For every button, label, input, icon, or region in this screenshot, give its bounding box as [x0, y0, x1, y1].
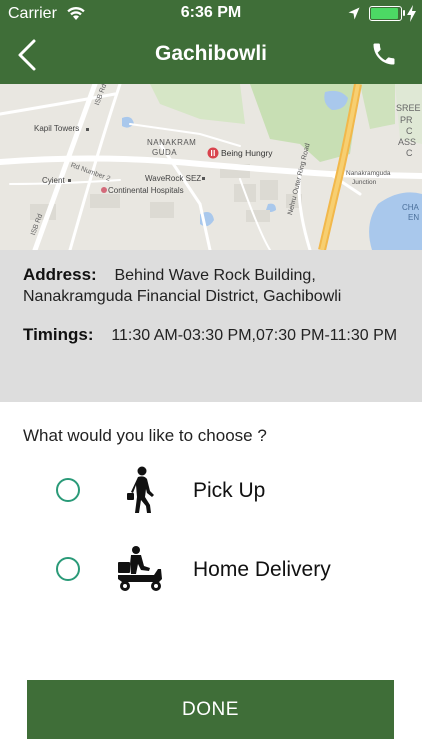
timings-text: 11:30 AM-03:30 PM,07:30 PM-11:30 PM: [111, 327, 398, 344]
done-button[interactable]: DONE: [27, 680, 394, 739]
pick-up-radio[interactable]: [56, 478, 80, 502]
map-label-pr: PR: [400, 115, 413, 125]
map-label-continental: Continental Hospitals: [108, 186, 184, 195]
page-title: Gachibowli: [154, 42, 267, 65]
map-label-ass: ASS: [398, 137, 417, 147]
delivery-scooter-icon: [118, 546, 162, 591]
location-map[interactable]: Kapil Towers NANAKRAM GUDA Being Hungry …: [0, 84, 422, 250]
map-label-guda: GUDA: [152, 148, 178, 157]
map-label-kapil-towers: Kapil Towers: [34, 124, 80, 133]
map-label-cha: CHA: [402, 203, 419, 212]
map-canvas: [0, 84, 422, 250]
walking-person-icon: [127, 466, 154, 513]
phone-icon[interactable]: [370, 40, 398, 68]
timings-label: Timings:: [23, 325, 94, 344]
map-label-waverock: WaveRock SEZ: [145, 174, 202, 183]
address-block: Address: Behind Wave Rock Building, Nana…: [23, 264, 399, 307]
header-bar: Carrier 6:36 PM Gachibowli: [0, 0, 422, 84]
timings-block: Timings: 11:30 AM-03:30 PM,07:30 PM-11:3…: [23, 324, 399, 346]
option-home-delivery[interactable]: Home Delivery: [0, 544, 422, 594]
home-delivery-label: Home Delivery: [193, 558, 331, 581]
option-pick-up[interactable]: Pick Up: [0, 465, 422, 515]
charging-bolt-icon: [407, 5, 416, 22]
map-label-cyient: Cyient: [42, 176, 65, 185]
battery-icon: [369, 6, 402, 21]
status-bar: Carrier 6:36 PM: [0, 0, 422, 28]
choice-question: What would you like to choose ?: [23, 426, 267, 445]
map-label-sree: SREE: [396, 103, 421, 113]
battery-tip: [403, 10, 405, 16]
map-label-junction-1: Nanakramguda: [346, 170, 391, 177]
map-label-being-hungry: Being Hungry: [221, 148, 273, 158]
address-label: Address:: [23, 265, 97, 284]
location-arrow-icon: [348, 7, 360, 20]
restaurant-info: Address: Behind Wave Rock Building, Nana…: [0, 250, 422, 402]
pick-up-label: Pick Up: [193, 479, 266, 502]
map-label-junction-2: Junction: [352, 179, 377, 186]
home-delivery-radio[interactable]: [56, 557, 80, 581]
map-label-c2: C: [406, 148, 413, 158]
map-label-c: C: [406, 126, 413, 136]
map-label-en: EN: [408, 213, 420, 222]
map-label-nanakram: NANAKRAM: [147, 138, 197, 147]
